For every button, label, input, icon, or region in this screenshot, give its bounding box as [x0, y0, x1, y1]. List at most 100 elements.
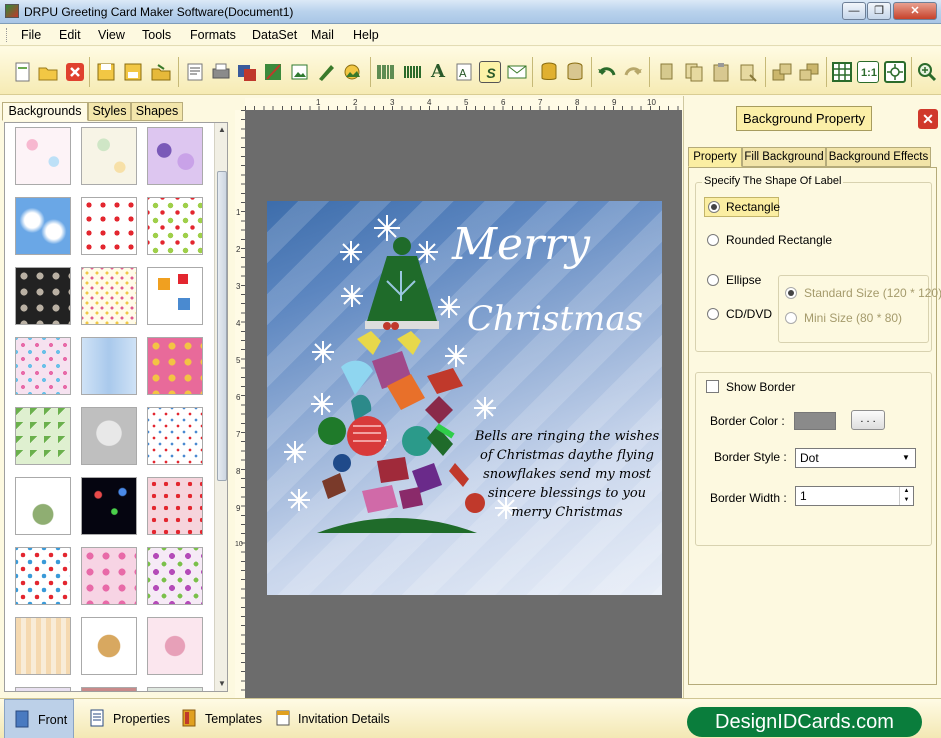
border-width-spinner[interactable]: 1 ▲ ▼ [795, 486, 914, 506]
bottom-tab-properties[interactable]: Properties [84, 699, 170, 738]
background-thumbnail[interactable] [15, 407, 71, 465]
mail-icon[interactable] [506, 61, 528, 83]
print-preview-icon[interactable] [184, 61, 206, 83]
menu-tools[interactable]: Tools [142, 28, 171, 42]
tab-styles[interactable]: Styles [88, 102, 131, 121]
zoom-in-icon[interactable] [916, 61, 938, 83]
shape-cd-dvd-option[interactable]: CD/DVD [707, 307, 773, 323]
paste-icon[interactable] [710, 61, 732, 83]
new-icon[interactable] [12, 61, 34, 83]
menu-mail[interactable]: Mail [311, 28, 334, 42]
spinner-arrows-icon[interactable]: ▲ ▼ [899, 487, 913, 505]
tab-background-effects[interactable]: Background Effects [826, 147, 931, 167]
bottom-tab-templates[interactable]: Templates [176, 699, 266, 738]
background-thumbnail[interactable] [147, 477, 203, 535]
background-thumbnail[interactable] [147, 267, 203, 325]
background-thumbnail[interactable] [81, 197, 137, 255]
bottom-tab-invitation-details[interactable]: Invitation Details [270, 699, 396, 738]
save-as-icon[interactable] [122, 61, 144, 83]
bottom-tab-front[interactable]: Front [4, 699, 74, 738]
background-thumbnail[interactable] [15, 197, 71, 255]
document-text-icon[interactable]: A [453, 61, 475, 83]
background-thumbnail[interactable] [15, 267, 71, 325]
tab-fill-background[interactable]: Fill Background [742, 147, 826, 167]
background-thumbnail[interactable] [147, 687, 203, 691]
background-thumbnail[interactable] [15, 617, 71, 675]
close-panel-icon[interactable]: ✕ [918, 109, 938, 129]
border-style-select[interactable]: Dot ▼ [795, 448, 916, 468]
shape-ellipse-option[interactable]: Ellipse [707, 273, 767, 289]
menu-view[interactable]: View [98, 28, 125, 42]
image-icon[interactable] [289, 61, 311, 83]
copy-format-icon[interactable] [236, 61, 258, 83]
standard-size-radio[interactable] [785, 287, 797, 299]
background-thumbnail[interactable] [15, 477, 71, 535]
tab-property[interactable]: Property [688, 147, 742, 167]
redo-icon[interactable] [622, 61, 644, 83]
scroll-down-icon[interactable]: ▼ [215, 677, 227, 691]
background-thumbnail[interactable] [147, 127, 203, 185]
close-doc-icon[interactable] [64, 61, 86, 83]
tab-backgrounds[interactable]: Backgrounds [2, 102, 88, 121]
signature-icon[interactable]: S [479, 61, 501, 83]
background-thumbnail[interactable] [81, 477, 137, 535]
tab-shapes[interactable]: Shapes [131, 102, 183, 121]
open-icon[interactable] [37, 61, 59, 83]
border-color-swatch[interactable] [794, 412, 836, 430]
mini-size-option[interactable]: Mini Size (80 * 80) [785, 311, 902, 327]
design-canvas[interactable]: Merry Christmas Bells are ringing the wi… [245, 110, 682, 698]
undo-icon[interactable] [596, 61, 618, 83]
print-icon[interactable] [210, 61, 232, 83]
rectangle-radio[interactable] [708, 201, 720, 213]
show-border-checkbox[interactable] [706, 380, 719, 393]
grid-icon[interactable] [831, 61, 853, 83]
picture-icon[interactable] [341, 61, 363, 83]
scroll-up-icon[interactable]: ▲ [215, 123, 227, 137]
background-thumbnail[interactable] [81, 337, 137, 395]
background-property-button[interactable]: Background Property [736, 106, 872, 131]
menu-edit[interactable]: Edit [59, 28, 81, 42]
background-thumbnail[interactable] [81, 547, 137, 605]
greeting-card[interactable]: Merry Christmas Bells are ringing the wi… [267, 201, 662, 595]
maximize-button[interactable]: ❐ [867, 2, 891, 20]
border-color-picker-button[interactable]: . . . [851, 410, 885, 430]
background-thumbnail[interactable] [15, 687, 71, 691]
card-title-christmas[interactable]: Christmas [467, 299, 643, 339]
background-thumbnail[interactable] [147, 197, 203, 255]
database-icon[interactable] [538, 61, 560, 83]
menu-file[interactable]: File [21, 28, 41, 42]
background-thumbnail[interactable] [147, 547, 203, 605]
standard-size-option[interactable]: Standard Size (120 * 120) [785, 286, 941, 302]
minimize-button[interactable]: — [842, 2, 866, 20]
delete-icon[interactable] [737, 61, 759, 83]
cd-dvd-radio[interactable] [707, 308, 719, 320]
mini-size-radio[interactable] [785, 312, 797, 324]
scrollbar-thumb[interactable] [217, 171, 227, 481]
background-thumbnail[interactable] [15, 337, 71, 395]
fit-window-icon[interactable] [884, 61, 906, 83]
database-2-icon[interactable] [564, 61, 586, 83]
rounded-rectangle-radio[interactable] [707, 234, 719, 246]
save-icon[interactable] [95, 61, 117, 83]
background-thumbnail[interactable] [147, 617, 203, 675]
card-title-merry[interactable]: Merry [452, 219, 590, 270]
background-thumbnail[interactable] [81, 617, 137, 675]
background-thumbnail[interactable] [81, 407, 137, 465]
bring-front-icon[interactable] [771, 61, 793, 83]
barcode-icon[interactable] [375, 61, 397, 83]
cut-icon[interactable] [655, 61, 677, 83]
close-window-button[interactable]: ✕ [893, 2, 937, 20]
text-icon[interactable]: A [427, 61, 449, 83]
background-thumbnail[interactable] [15, 547, 71, 605]
background-thumbnail[interactable] [147, 407, 203, 465]
copy-icon[interactable] [683, 61, 705, 83]
open-folder-icon[interactable] [150, 61, 172, 83]
thumbnail-scrollbar[interactable]: ▲ ▼ [214, 123, 227, 691]
pencil-icon[interactable] [315, 61, 337, 83]
shape-rounded-rectangle-option[interactable]: Rounded Rectangle [707, 233, 837, 249]
shapes-icon[interactable] [262, 61, 284, 83]
background-thumbnail[interactable] [81, 687, 137, 691]
chevron-down-icon[interactable]: ▼ [899, 451, 913, 465]
menu-formats[interactable]: Formats [190, 28, 236, 42]
actual-size-icon[interactable]: 1:1 [857, 61, 879, 83]
